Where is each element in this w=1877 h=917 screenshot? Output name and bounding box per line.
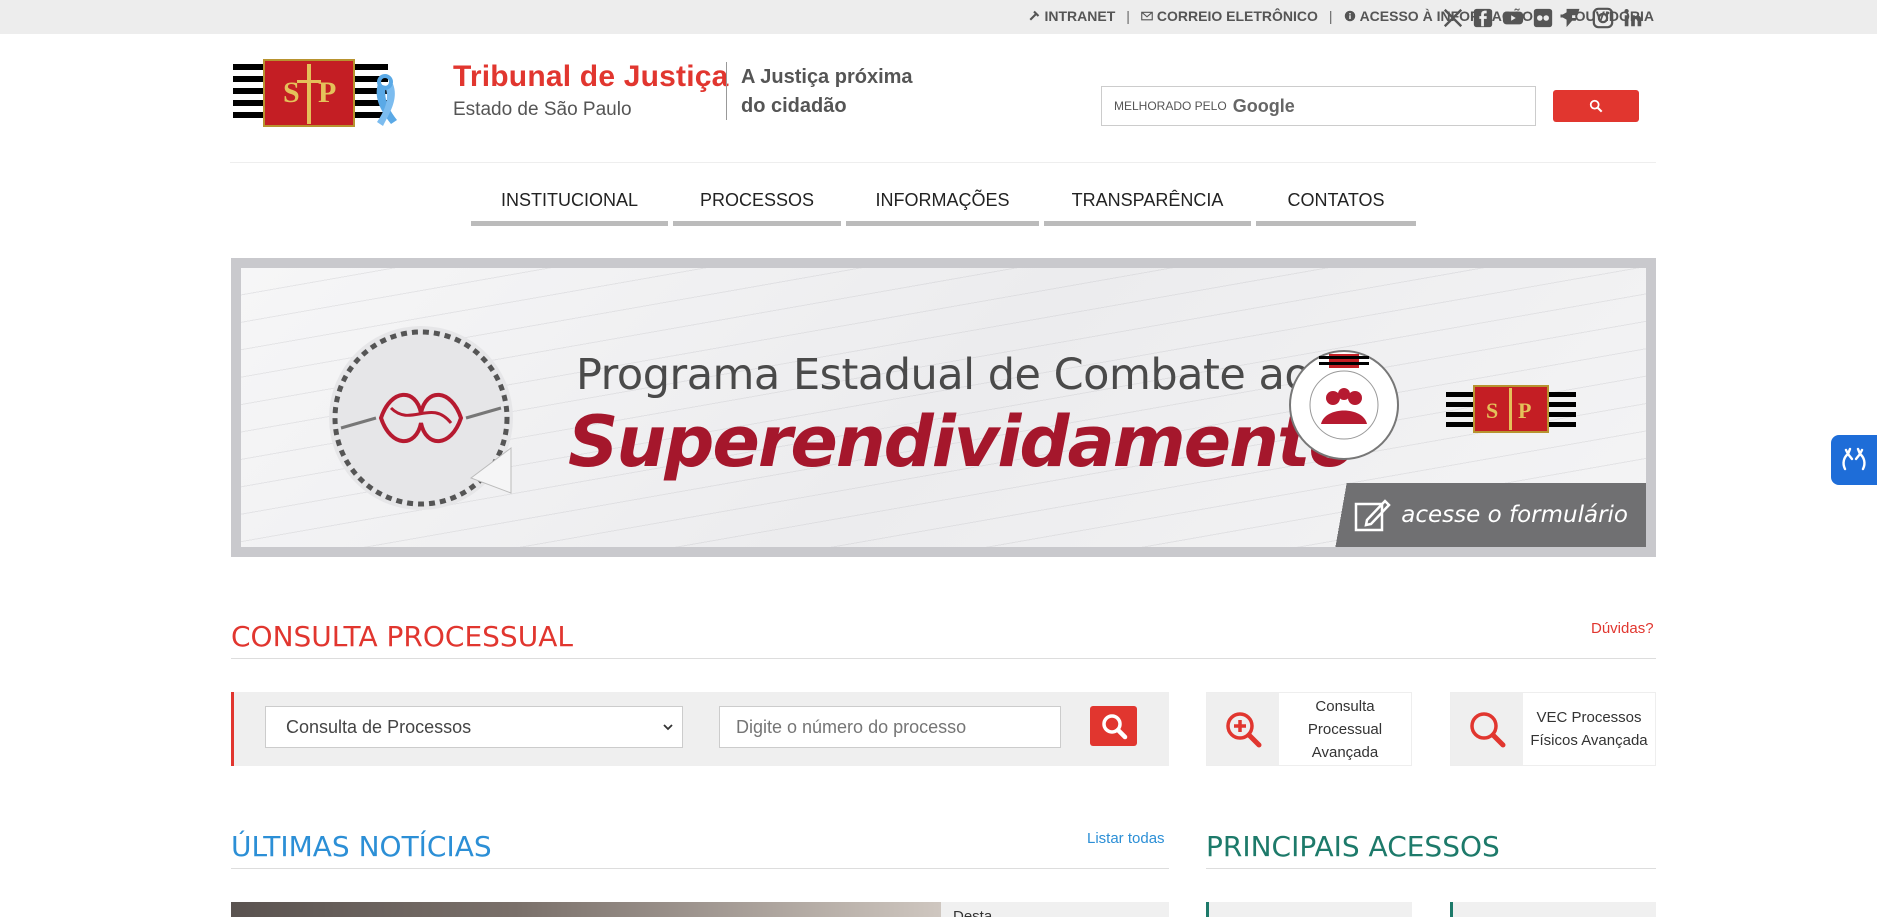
search-icon bbox=[1589, 99, 1603, 113]
consulta-title: CONSULTA PROCESSUAL bbox=[231, 620, 573, 653]
process-number-input[interactable] bbox=[719, 706, 1061, 748]
tjsp-logo[interactable]: S P bbox=[233, 54, 418, 142]
news-snippet: Desta... bbox=[953, 908, 1005, 917]
banner-content: Programa Estadual de Combate ao Superend… bbox=[241, 268, 1646, 547]
banner-line-1: Programa Estadual de Combate ao bbox=[576, 350, 1311, 400]
edit-icon bbox=[1355, 499, 1392, 532]
news-image[interactable] bbox=[231, 902, 941, 917]
knot-seal-icon bbox=[329, 326, 513, 510]
foursquare-icon[interactable] bbox=[1562, 7, 1584, 29]
acessos-title: PRINCIPAIS ACESSOS bbox=[1206, 830, 1500, 863]
vec-processos-label: VEC Processos Físicos Avançada bbox=[1530, 709, 1648, 749]
intranet-label: INTRANET bbox=[1044, 8, 1116, 24]
consulta-avancada-button[interactable]: Consulta Processual Avançada bbox=[1206, 692, 1412, 766]
separator: | bbox=[1126, 8, 1130, 24]
nav-informacoes[interactable]: INFORMAÇÕES bbox=[846, 180, 1039, 226]
banner-form-label: acesse o formulário bbox=[1401, 502, 1628, 528]
listar-todas-link[interactable]: Listar todas bbox=[1087, 830, 1165, 847]
hero-banner[interactable]: Programa Estadual de Combate ao Superend… bbox=[231, 258, 1656, 557]
tjsp-banner-logo: S P bbox=[1446, 385, 1576, 433]
consulta-search-button[interactable] bbox=[1090, 706, 1137, 746]
nav-contatos[interactable]: CONTATOS bbox=[1256, 180, 1416, 226]
news-summary[interactable]: Desta... bbox=[941, 902, 1169, 917]
gavel-icon bbox=[1029, 10, 1040, 21]
site-subtitle: Estado de São Paulo bbox=[453, 99, 632, 120]
banner-form-cta[interactable]: acesse o formulário bbox=[1316, 483, 1646, 547]
sign-language-icon bbox=[1842, 447, 1866, 471]
header-divider bbox=[726, 62, 727, 120]
quick-icon-box bbox=[1207, 693, 1279, 765]
facebook-icon[interactable] bbox=[1472, 7, 1494, 29]
search-prefix: MELHORADO PELO bbox=[1114, 99, 1227, 113]
consulta-select-value: Consulta de Processos bbox=[286, 716, 472, 737]
social-links bbox=[1442, 7, 1644, 29]
cejusc-seal-icon bbox=[1289, 350, 1399, 460]
separator: | bbox=[1328, 8, 1333, 24]
tagline: A Justiça próxima do cidadão bbox=[741, 66, 913, 117]
email-label: CORREIO ELETRÔNICO bbox=[1156, 8, 1318, 24]
chevron-down-icon bbox=[663, 724, 673, 731]
acesso-card[interactable] bbox=[1206, 902, 1412, 917]
svg-text:P: P bbox=[1518, 398, 1531, 423]
flickr-icon[interactable] bbox=[1532, 7, 1554, 29]
linkedin-icon[interactable] bbox=[1622, 7, 1644, 29]
vec-processos-button[interactable]: VEC Processos Físicos Avançada bbox=[1450, 692, 1656, 766]
instagram-icon[interactable] bbox=[1592, 7, 1614, 29]
nav-institucional[interactable]: INSTITUCIONAL bbox=[471, 180, 668, 226]
duvidas-link[interactable]: Dúvidas? bbox=[1591, 620, 1654, 637]
nav-processos[interactable]: PROCESSOS bbox=[673, 180, 841, 226]
svg-text:S: S bbox=[1486, 398, 1498, 423]
top-utility-bar: INTRANET | CORREIO ELETRÔNICO | ACESSO À… bbox=[0, 0, 1877, 34]
quick-icon-box bbox=[1451, 693, 1523, 765]
email-link[interactable]: CORREIO ELETRÔNICO bbox=[1141, 8, 1318, 24]
search-icon bbox=[1470, 712, 1506, 748]
banner-line-2: Superendividamento bbox=[568, 401, 1357, 483]
sign-language-widget[interactable] bbox=[1831, 435, 1877, 485]
consulta-avancada-label: Consulta Processual Avançada bbox=[1307, 697, 1383, 761]
info-icon bbox=[1344, 10, 1355, 22]
envelope-icon bbox=[1141, 11, 1153, 21]
header-divider-line bbox=[230, 162, 1656, 163]
site-title[interactable]: Tribunal de Justiça bbox=[453, 60, 729, 94]
main-nav: INSTITUCIONAL PROCESSOS INFORMAÇÕES TRAN… bbox=[471, 180, 1416, 226]
search-button[interactable] bbox=[1553, 90, 1639, 122]
search-icon bbox=[1101, 714, 1127, 740]
noticias-divider bbox=[231, 868, 1169, 869]
zoom-in-icon bbox=[1226, 712, 1262, 748]
nav-transparencia[interactable]: TRANSPARÊNCIA bbox=[1044, 180, 1251, 226]
x-icon[interactable] bbox=[1442, 7, 1464, 29]
google-brand: Google bbox=[1232, 95, 1295, 116]
search-input[interactable]: MELHORADO PELO Google bbox=[1101, 86, 1536, 126]
consulta-divider bbox=[231, 658, 1656, 659]
intranet-link[interactable]: INTRANET bbox=[1028, 8, 1115, 24]
noticias-title: ÚLTIMAS NOTÍCIAS bbox=[231, 830, 492, 863]
youtube-icon[interactable] bbox=[1502, 7, 1524, 29]
acessos-divider bbox=[1206, 868, 1656, 869]
acesso-card[interactable] bbox=[1450, 902, 1656, 917]
consulta-type-select[interactable]: Consulta de Processos bbox=[265, 706, 683, 748]
